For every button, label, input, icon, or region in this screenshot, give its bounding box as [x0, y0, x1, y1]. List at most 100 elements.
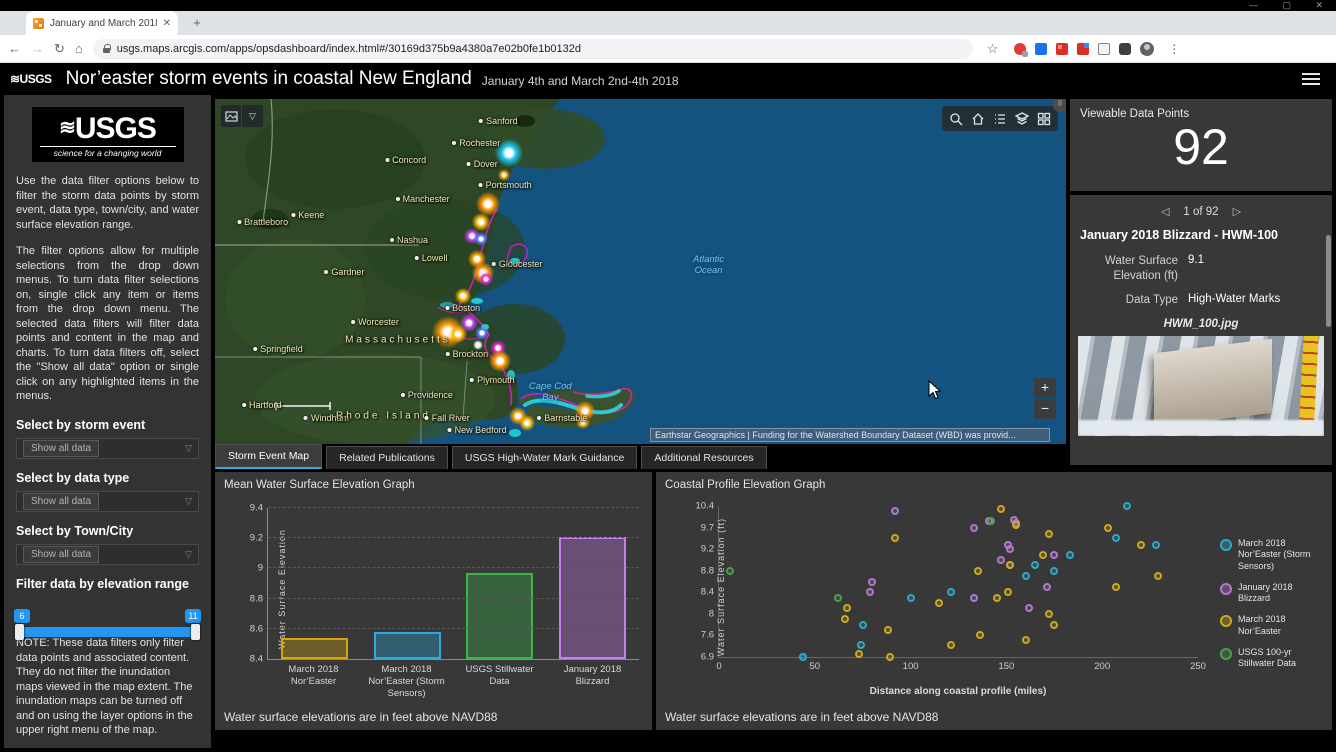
details-scrollbar[interactable]: [1326, 235, 1331, 327]
map-home-icon[interactable]: [967, 106, 989, 131]
slider-track[interactable]: [18, 627, 197, 637]
bookmark-star-icon[interactable]: ☆: [987, 41, 999, 57]
window-minimize-button[interactable]: —: [1249, 1, 1258, 10]
pager-next-icon[interactable]: ▷: [1233, 206, 1241, 218]
extension-icon[interactable]: [1119, 43, 1131, 55]
scatter-point[interactable]: [859, 621, 867, 629]
scatter-point[interactable]: [866, 588, 874, 596]
scatter-point[interactable]: [1066, 551, 1074, 559]
scatter-point[interactable]: [855, 650, 863, 658]
scatter-point[interactable]: [1050, 621, 1058, 629]
data-type-selected-value[interactable]: Show all data: [23, 493, 99, 510]
scatter-point[interactable]: [997, 505, 1005, 513]
hwm-photo[interactable]: [1078, 336, 1324, 436]
new-tab-button[interactable]: +: [188, 14, 206, 32]
bar[interactable]: [374, 632, 441, 659]
scatter-point[interactable]: [891, 507, 899, 515]
profile-avatar[interactable]: [1140, 42, 1154, 56]
bar[interactable]: [281, 638, 348, 659]
scatter-point[interactable]: [976, 631, 984, 639]
forward-button[interactable]: →: [31, 42, 44, 55]
elevation-range-slider[interactable]: 6 11: [18, 611, 197, 637]
scatter-point[interactable]: [1045, 610, 1053, 618]
scatter-point[interactable]: [884, 626, 892, 634]
scatter-point[interactable]: [1154, 572, 1162, 580]
tab-hwm-guidance[interactable]: USGS High-Water Mark Guidance: [452, 446, 638, 469]
scatter-point[interactable]: [868, 578, 876, 586]
scatter-point[interactable]: [1025, 604, 1033, 612]
storm-event-map[interactable]: SanfordRochesterConcordDoverPortsmouthMa…: [215, 99, 1066, 444]
scatter-point[interactable]: [970, 524, 978, 532]
bar[interactable]: [466, 573, 533, 659]
scatter-point[interactable]: [993, 594, 1001, 602]
legend-item[interactable]: March 2018 Nor’Easter (Storm Sensors): [1220, 538, 1326, 572]
home-button[interactable]: ⌂: [75, 42, 83, 55]
scatter-point[interactable]: [947, 588, 955, 596]
scatter-point[interactable]: [935, 599, 943, 607]
panel-drag-handle-icon[interactable]: ⠿: [1053, 99, 1066, 112]
town-city-selected-value[interactable]: Show all data: [23, 546, 99, 563]
scatter-point[interactable]: [1050, 567, 1058, 575]
extension-icon[interactable]: [1014, 43, 1026, 55]
scatter-point[interactable]: [1123, 502, 1131, 510]
scatter-point[interactable]: [1137, 541, 1145, 549]
scatter-point[interactable]: [1022, 572, 1030, 580]
scatter-point[interactable]: [1006, 561, 1014, 569]
map-layers-icon[interactable]: [1011, 106, 1033, 131]
tab-storm-event-map[interactable]: Storm Event Map: [215, 444, 322, 469]
hamburger-menu-icon[interactable]: [1302, 70, 1320, 88]
legend-item[interactable]: March 2018 Nor’Easter: [1220, 614, 1326, 637]
scatter-point[interactable]: [1031, 561, 1039, 569]
scatter-point[interactable]: [1004, 588, 1012, 596]
scatter-point[interactable]: [1112, 583, 1120, 591]
scatter-point[interactable]: [1012, 521, 1020, 529]
zoom-out-button[interactable]: −: [1034, 399, 1056, 419]
scatter-point[interactable]: [1043, 583, 1051, 591]
reload-button[interactable]: ↻: [54, 42, 65, 55]
data-type-dropdown[interactable]: Show all data ▽: [16, 491, 199, 512]
town-city-dropdown[interactable]: Show all data ▽: [16, 544, 199, 565]
browser-tab[interactable]: January and March 2018 Nor’eas ✕: [26, 11, 178, 35]
scatter-point[interactable]: [1039, 551, 1047, 559]
scatter-point[interactable]: [997, 556, 1005, 564]
scatter-point[interactable]: [726, 567, 734, 575]
tab-related-publications[interactable]: Related Publications: [326, 446, 448, 469]
scatter-point[interactable]: [857, 641, 865, 649]
map-tools-chevron-button[interactable]: ▽: [242, 105, 263, 127]
scatter-point[interactable]: [947, 641, 955, 649]
url-field[interactable]: usgs.maps.arcgis.com/apps/opsdashboard/i…: [93, 39, 973, 59]
scatter-point[interactable]: [1006, 545, 1014, 553]
scatter-point[interactable]: [970, 594, 978, 602]
window-maximize-button[interactable]: ▢: [1282, 1, 1291, 10]
legend-item[interactable]: January 2018 Blizzard: [1220, 582, 1326, 605]
extension-icon[interactable]: [1035, 43, 1047, 55]
storm-event-dropdown[interactable]: Show all data ▽: [16, 438, 199, 459]
scatter-point[interactable]: [974, 567, 982, 575]
extension-icon[interactable]: [1056, 43, 1068, 55]
map-image-tool-button[interactable]: [221, 105, 242, 127]
tab-close-icon[interactable]: ✕: [163, 18, 171, 29]
storm-event-selected-value[interactable]: Show all data: [23, 440, 99, 457]
pager-prev-icon[interactable]: ◁: [1161, 206, 1169, 218]
slider-max-handle[interactable]: [191, 624, 200, 640]
extension-icon[interactable]: [1077, 43, 1089, 55]
scatter-point[interactable]: [841, 615, 849, 623]
window-close-button[interactable]: ✕: [1315, 1, 1323, 10]
scatter-point[interactable]: [891, 534, 899, 542]
scatter-point[interactable]: [1022, 636, 1030, 644]
map-search-icon[interactable]: [945, 106, 967, 131]
slider-min-handle[interactable]: [15, 624, 24, 640]
scatter-point[interactable]: [1045, 530, 1053, 538]
scatter-point[interactable]: [886, 653, 894, 661]
scatter-point[interactable]: [907, 594, 915, 602]
back-button[interactable]: ←: [8, 42, 21, 55]
scatter-point[interactable]: [1050, 551, 1058, 559]
map-basemap-icon[interactable]: [1033, 106, 1055, 131]
browser-menu-icon[interactable]: ⋮: [1168, 42, 1180, 56]
map-legend-icon[interactable]: [989, 106, 1011, 131]
scatter-point[interactable]: [987, 517, 995, 525]
scatter-point[interactable]: [799, 653, 807, 661]
legend-item[interactable]: USGS 100-yr Stillwater Data: [1220, 647, 1326, 670]
zoom-in-button[interactable]: +: [1034, 378, 1056, 398]
tab-additional-resources[interactable]: Additional Resources: [641, 446, 766, 469]
